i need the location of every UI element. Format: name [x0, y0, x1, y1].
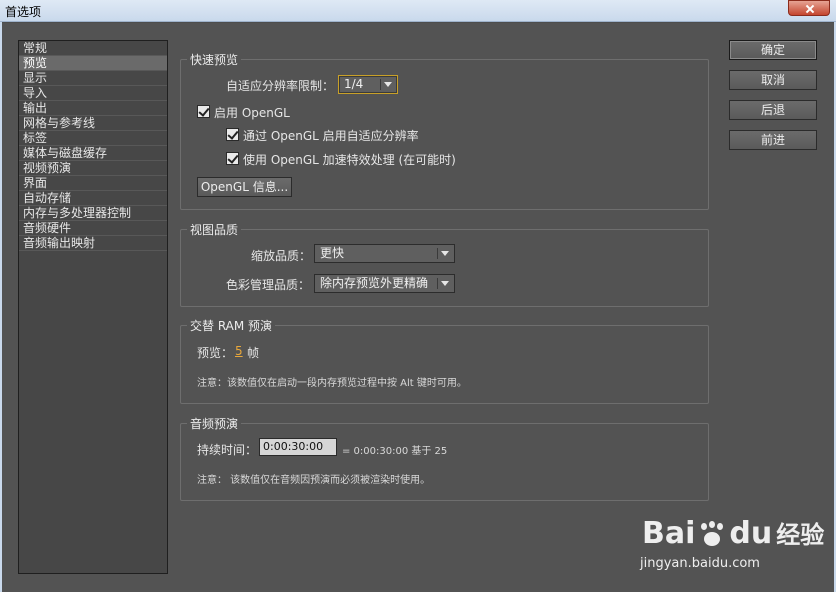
baidu-logo-right: du [729, 516, 773, 551]
category-item[interactable]: 输出 [19, 101, 167, 116]
audio-duration-input[interactable]: 0:00:30:00 [259, 438, 337, 456]
res-limit-label: 自适应分辨率限制： [226, 79, 335, 93]
adaptive-opengl-label: 通过 OpenGL 启用自适应分辨率 [243, 129, 419, 143]
alt-ram-title: 交替 RAM 预演 [187, 317, 276, 334]
category-item[interactable]: 自动存储 [19, 191, 167, 206]
res-limit-value: 1/4 [344, 77, 364, 91]
alt-ram-preview-label: 预览： [197, 346, 234, 360]
ok-button[interactable]: 确定 [729, 40, 817, 60]
category-item[interactable]: 显示 [19, 71, 167, 86]
audio-preview-group: 音频预演 持续时间： 0:00:30:00 = 0:00:30:00 基于 25… [180, 415, 709, 501]
res-limit-dropdown[interactable]: 1/4 [338, 75, 398, 94]
window-title: 首选项 [5, 5, 42, 19]
baidu-logo: Bai du 经验 [642, 515, 824, 551]
alt-ram-preview-group: 交替 RAM 预演 预览： 5 帧 注意：该数值仅在启动一段内存预览过程中按 A… [180, 317, 709, 404]
fast-preview-title: 快速预览 [187, 51, 242, 68]
color-quality-dropdown[interactable]: 除内存预览外更精确 [314, 274, 455, 293]
next-button[interactable]: 前进 [729, 130, 817, 150]
chevron-down-icon [437, 278, 451, 289]
audio-duration-label: 持续时间： [197, 443, 258, 457]
category-item[interactable]: 标签 [19, 131, 167, 146]
cancel-button[interactable]: 取消 [729, 70, 817, 90]
alt-ram-frames-value[interactable]: 5 [235, 344, 243, 358]
audio-preview-note: 注意： 该数值仅在音频因预演而必须被渲染时使用。 [197, 475, 431, 486]
category-item[interactable]: 导入 [19, 86, 167, 101]
adaptive-opengl-checkbox[interactable] [226, 128, 239, 141]
alt-ram-note: 注意：该数值仅在启动一段内存预览过程中按 Alt 键时可用。 [197, 378, 467, 389]
effects-opengl-checkbox[interactable] [226, 152, 239, 165]
category-item[interactable]: 内存与多处理器控制 [19, 206, 167, 221]
opengl-info-button[interactable]: OpenGL 信息... [197, 177, 292, 197]
zoom-quality-value: 更快 [320, 246, 345, 260]
category-item[interactable]: 视频预演 [19, 161, 167, 176]
title-bar: 首选项 [0, 0, 836, 22]
color-quality-value: 除内存预览外更精确 [320, 276, 429, 290]
category-item[interactable]: 媒体与磁盘缓存 [19, 146, 167, 161]
audio-duration-info: = 0:00:30:00 基于 25 [342, 446, 448, 457]
fast-preview-group: 快速预览 自适应分辨率限制： 1/4 启用 OpenGL 通过 OpenGL 启… [180, 51, 709, 210]
audio-preview-title: 音频预演 [187, 415, 242, 432]
enable-opengl-checkbox[interactable] [197, 105, 210, 118]
paw-icon [695, 520, 729, 549]
chevron-down-icon [380, 79, 394, 90]
category-item[interactable]: 音频硬件 [19, 221, 167, 236]
alt-ram-frames-unit: 帧 [247, 346, 260, 360]
zoom-quality-label: 缩放品质： [251, 249, 312, 263]
color-quality-label: 色彩管理品质： [226, 278, 311, 292]
previous-button[interactable]: 后退 [729, 100, 817, 120]
effects-opengl-label: 使用 OpenGL 加速特效处理 (在可能时) [243, 153, 456, 167]
category-item[interactable]: 预览 [19, 56, 167, 71]
category-item[interactable]: 网格与参考线 [19, 116, 167, 131]
category-item[interactable]: 音频输出映射 [19, 236, 167, 251]
category-item[interactable]: 界面 [19, 176, 167, 191]
close-icon[interactable] [788, 0, 830, 16]
enable-opengl-label: 启用 OpenGL [214, 106, 290, 120]
watermark-url: jingyan.baidu.com [640, 556, 760, 571]
category-list[interactable]: 常规 预览 显示 导入 输出 网格与参考线 标签 媒体与磁盘缓存 视频预演 界面 自动存储 内存与多处… [18, 40, 168, 574]
chevron-down-icon [437, 248, 451, 259]
category-item[interactable]: 常规 [19, 41, 167, 56]
zoom-quality-dropdown[interactable]: 更快 [314, 244, 455, 263]
viewer-quality-group: 视图品质 缩放品质： 更快 色彩管理品质： 除内存预览外更精确 [180, 221, 709, 307]
baidu-logo-cn: 经验 [776, 521, 825, 549]
baidu-logo-left: Bai [642, 516, 696, 551]
viewer-quality-title: 视图品质 [187, 221, 242, 238]
